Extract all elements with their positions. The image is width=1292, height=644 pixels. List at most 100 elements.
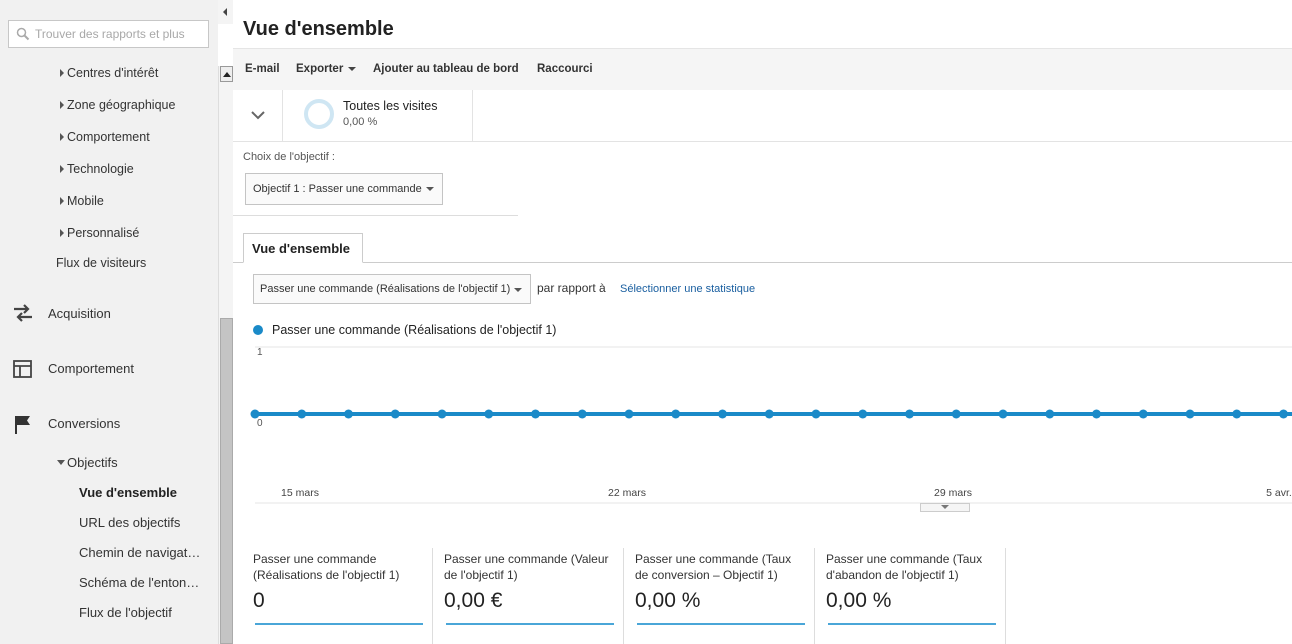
data-point xyxy=(531,409,540,419)
compare-text: par rapport à xyxy=(537,281,606,295)
data-point xyxy=(297,409,307,419)
expand-arrow-icon xyxy=(60,69,64,77)
sidebar-item-label: Zone géographique xyxy=(67,98,176,112)
scorecard-label-line: Passer une commande (Valeur xyxy=(444,552,609,566)
chevron-down-icon xyxy=(426,187,434,191)
data-point xyxy=(1279,409,1288,419)
section-label: Comportement xyxy=(48,361,134,376)
tab-divider xyxy=(233,262,1292,263)
data-point xyxy=(858,409,868,419)
data-point xyxy=(998,409,1008,419)
sidebar-item-goals-overview[interactable]: Vue d'ensemble xyxy=(79,485,177,500)
chart-grid xyxy=(255,346,1292,504)
y-tick-label: 1 xyxy=(257,347,263,358)
segment-name: Toutes les visites xyxy=(343,99,438,113)
segment-card[interactable]: Toutes les visites 0,00 % xyxy=(283,90,473,141)
sidebar-item-label: Technologie xyxy=(67,162,134,176)
data-point xyxy=(1232,409,1242,419)
data-point xyxy=(484,409,494,419)
metric-select[interactable]: Passer une commande (Réalisations de l'o… xyxy=(253,274,531,304)
sidebar-item-goal-flow[interactable]: Flux de l'objectif xyxy=(79,605,172,620)
export-button[interactable]: Exporter xyxy=(296,63,357,75)
data-point xyxy=(951,409,961,419)
divider xyxy=(233,215,518,216)
goal-select-value: Objectif 1 : Passer une commande xyxy=(253,183,422,195)
section-label: Acquisition xyxy=(48,306,111,321)
data-point xyxy=(577,409,587,419)
data-point xyxy=(1092,409,1101,419)
scorecard-value: 0,00 % xyxy=(826,589,892,612)
scorecard-label-line: de conversion – Objectif 1) xyxy=(635,568,778,582)
search-input[interactable] xyxy=(33,25,203,43)
scorecard-value: 0,00 % xyxy=(635,589,701,612)
expand-arrow-icon xyxy=(60,229,64,237)
sidebar-item-label: Personnalisé xyxy=(67,226,140,240)
search-box[interactable] xyxy=(8,20,209,48)
collapse-sidebar-button[interactable] xyxy=(218,0,233,24)
data-point xyxy=(1185,409,1195,419)
scorecard-label-line: Passer une commande xyxy=(253,552,377,566)
x-tick-label: 22 mars xyxy=(608,487,646,499)
expand-arrow-icon xyxy=(60,165,64,173)
scorecard-label: Passer une commande (Taux d'abandon de l'… xyxy=(826,551,982,583)
scorecard-conversion-rate[interactable]: Passer une commande (Taux de conversion –… xyxy=(635,548,815,644)
email-button[interactable]: E-mail xyxy=(245,63,280,75)
scorecard-sparkline xyxy=(255,623,423,625)
scorecard-label: Passer une commande (Valeur de l'objectif… xyxy=(444,551,609,583)
data-point xyxy=(1045,409,1055,419)
sidebar-item-label: Centres d'intérêt xyxy=(67,66,159,80)
page-title: Vue d'ensemble xyxy=(243,18,394,40)
data-point xyxy=(764,409,774,419)
y-tick-label: 0 xyxy=(257,418,263,429)
chart-series xyxy=(250,409,1292,419)
collapse-arrow-icon xyxy=(57,460,65,465)
sidebar-item-label: Mobile xyxy=(67,194,104,208)
data-point xyxy=(1138,409,1148,419)
segment-toggle-button[interactable] xyxy=(233,90,283,141)
sidebar-item-funnel[interactable]: Schéma de l'enton… xyxy=(79,575,199,590)
legend-label: Passer une commande (Réalisations de l'o… xyxy=(272,323,557,337)
scroll-up-icon[interactable] xyxy=(220,66,233,82)
scorecard-value: 0,00 € xyxy=(444,589,503,612)
scorecard-label-line: de l'objectif 1) xyxy=(444,568,518,582)
x-axis-labels: 15 mars 22 mars 29 mars 5 avr. xyxy=(281,487,1292,499)
expand-arrow-icon xyxy=(60,133,64,141)
sidebar-scrollbar[interactable] xyxy=(218,66,233,644)
scorecard-label: Passer une commande (Réalisations de l'ob… xyxy=(253,551,399,583)
scorecard-completions[interactable]: Passer une commande (Réalisations de l'ob… xyxy=(253,548,433,644)
scorecard-label-line: (Réalisations de l'objectif 1) xyxy=(253,568,400,582)
metric-select-value: Passer une commande (Réalisations de l'o… xyxy=(260,283,511,295)
chart-resize-handle[interactable] xyxy=(920,503,970,512)
x-tick-label: 5 avr. xyxy=(1266,487,1292,499)
data-point xyxy=(811,409,821,419)
expand-arrow-icon xyxy=(60,197,64,205)
line-chart: 1 0 15 mars 22 mars 29 mars 5 avr. xyxy=(250,346,1292,504)
segment-percent: 0,00 % xyxy=(343,116,378,128)
data-point xyxy=(250,409,260,419)
scrollbar-thumb[interactable] xyxy=(220,318,233,644)
goal-select[interactable]: Objectif 1 : Passer une commande xyxy=(245,173,443,205)
add-to-dashboard-button[interactable]: Ajouter au tableau de bord xyxy=(373,63,519,75)
select-metric-link[interactable]: Sélectionner une statistique xyxy=(620,283,755,295)
section-label: Conversions xyxy=(48,416,121,431)
chevron-down-icon xyxy=(348,66,357,71)
data-point xyxy=(624,409,634,419)
data-point xyxy=(390,409,400,419)
shortcut-button[interactable]: Raccourci xyxy=(537,63,593,75)
tab-overview[interactable]: Vue d'ensemble xyxy=(243,233,363,263)
flag-icon xyxy=(15,416,30,434)
goal-choice-label: Choix de l'objectif : xyxy=(243,151,335,163)
chevron-down-icon xyxy=(251,111,265,120)
behavior-layout-icon xyxy=(13,360,32,378)
sidebar-item-visitor-flow[interactable]: Flux de visiteurs xyxy=(56,256,146,270)
segment-ring-icon xyxy=(304,99,334,129)
scorecard-sparkline xyxy=(828,623,996,625)
segment-bar: Toutes les visites 0,00 % xyxy=(233,90,1292,142)
scorecard-value-card[interactable]: Passer une commande (Valeur de l'objectif… xyxy=(444,548,624,644)
sidebar-item-goal-urls[interactable]: URL des objectifs xyxy=(79,515,180,530)
report-toolbar: E-mail Exporter Ajouter au tableau de bo… xyxy=(233,48,1292,90)
scorecard-value: 0 xyxy=(253,589,265,612)
scorecard-abandon-rate[interactable]: Passer une commande (Taux d'abandon de l'… xyxy=(826,548,1006,644)
sidebar-item-reverse-goal-path[interactable]: Chemin de navigat… xyxy=(79,545,200,560)
chevron-down-icon xyxy=(514,288,522,292)
